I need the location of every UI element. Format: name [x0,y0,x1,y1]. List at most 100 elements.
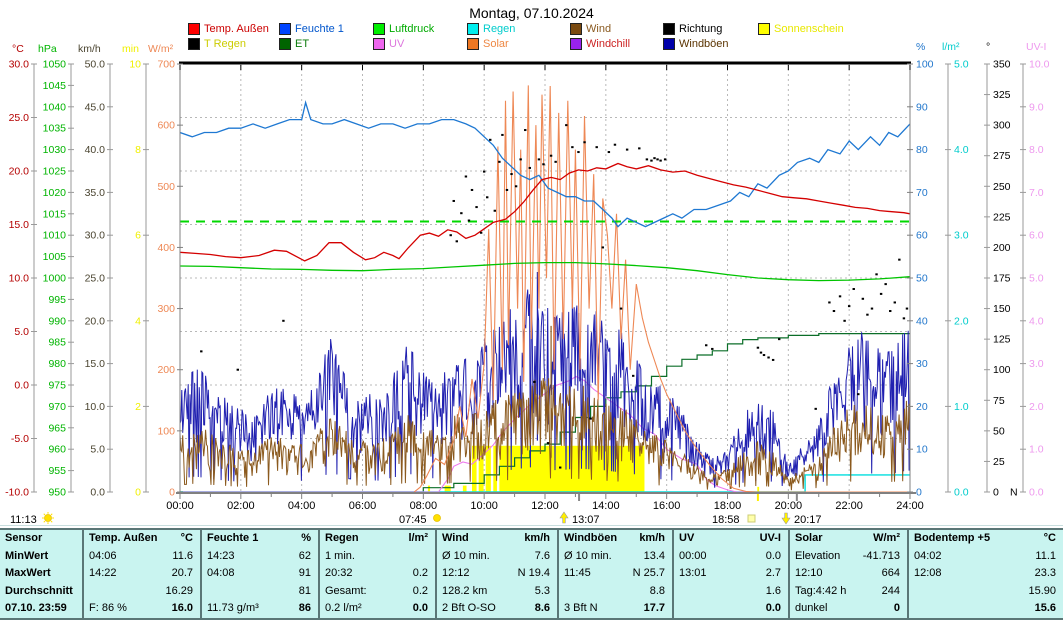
svg-text:5.0: 5.0 [14,326,29,338]
column-unit: km/h [639,530,672,548]
cell-value: 15.90 [1028,583,1063,601]
weather-chart-page: Montag, 07.10.2024 Temp. AußenFeuchte 1L… [0,0,1063,623]
cell-label: 14:23 [202,548,235,566]
marker-13-07: 13:07 [560,512,600,526]
svg-text:990: 990 [48,315,66,327]
svg-text:955: 955 [48,465,66,477]
cell-label [84,583,89,601]
column-name: Wind [437,530,469,548]
svg-text:20: 20 [916,401,928,413]
row-header: Sensor [0,530,42,548]
svg-text:N: N [1010,487,1018,499]
svg-text:2: 2 [135,401,141,413]
column-unit: l/m² [408,530,435,548]
svg-text:25: 25 [993,456,1005,468]
svg-text:%: % [916,41,925,53]
column-unit: W/m² [873,530,907,548]
cell-value: 5.3 [535,583,557,601]
svg-text:950: 950 [48,487,66,499]
svg-text:20:00: 20:00 [775,500,803,512]
svg-text:90: 90 [916,101,928,113]
cell-label: 0.2 l/m² [320,600,362,618]
cell-value: 7.6 [535,548,557,566]
row-header: 07.10. 23:59 [0,600,67,618]
svg-text:0.0: 0.0 [1029,487,1044,499]
svg-text:100: 100 [993,364,1011,376]
svg-text:02:00: 02:00 [227,500,255,512]
svg-text:16:00: 16:00 [653,500,681,512]
sun-icon [45,515,52,522]
svg-text:-10.0: -10.0 [5,487,29,499]
svg-text:4: 4 [135,315,141,327]
svg-text:100: 100 [157,425,175,437]
axis-sunmin: 0246810min [122,43,149,499]
svg-text:50: 50 [916,273,928,285]
svg-text:325: 325 [993,89,1011,101]
series [180,85,910,492]
cell-label: 11:45 [559,565,591,583]
svg-text:10:00: 10:00 [470,500,498,512]
cell-label [202,583,207,601]
svg-text:10.0: 10.0 [85,401,106,413]
arrow-down-icon [782,513,790,524]
svg-text:-5.0: -5.0 [11,433,29,445]
cell-value: 0.0 [766,548,788,566]
cell-label: 20:32 [320,565,353,583]
column-unit: UV-I [760,530,788,548]
svg-text:0: 0 [993,487,999,499]
cell-value: 664 [882,565,907,583]
cell-label: 12:10 [790,565,823,583]
cell-label: 00:00 [674,548,707,566]
cell-label: 13:01 [674,565,707,583]
svg-text:6: 6 [135,230,141,242]
svg-text:225: 225 [993,211,1011,223]
svg-text:6.0: 6.0 [1029,230,1044,242]
cell-value: 17.7 [644,600,672,618]
column-unit: km/h [524,530,557,548]
svg-text:45.0: 45.0 [85,101,106,113]
svg-text:3.0: 3.0 [1029,358,1044,370]
cell-label [559,583,564,601]
row-header: MinWert [0,548,48,566]
cell-label: 04:06 [84,548,117,566]
svg-text:0: 0 [135,487,141,499]
series-richtung [200,124,908,468]
axis-uvi: 0.01.02.03.04.05.06.07.08.09.010.0UV-I [1020,41,1050,499]
table-col-uv: UVUV-I00:000.013:012.71.60.0 [672,530,788,618]
svg-text:1.0: 1.0 [954,401,969,413]
cell-label: 11.73 g/m³ [202,600,259,618]
svg-text:1010: 1010 [43,230,67,242]
cell-label: 14:22 [84,565,117,583]
cell-value: 1.6 [766,583,788,601]
cell-value: 20.7 [172,565,200,583]
sunset-square-icon [748,515,755,522]
divider [0,525,1063,526]
svg-text:980: 980 [48,358,66,370]
svg-text:7.0: 7.0 [1029,187,1044,199]
cell-value: 0.0 [766,600,788,618]
svg-text:1040: 1040 [43,101,67,113]
svg-text:350: 350 [993,59,1011,71]
table-col-bodentemp-+5: Bodentemp +5°C04:0211.112:0823.315.9015.… [907,530,1063,618]
x-axis-labels: 00:0002:0004:0006:0008:0010:0012:0014:00… [166,500,924,512]
svg-text:10.0: 10.0 [9,273,30,285]
svg-text:1045: 1045 [43,80,67,92]
svg-text:965: 965 [48,422,66,434]
cell-label: 1 min. [320,548,355,566]
cell-value: 8.8 [650,583,672,601]
cell-value: 23.3 [1035,565,1063,583]
svg-text:°C: °C [12,43,24,55]
svg-text:500: 500 [157,181,175,193]
cell-label [909,600,914,618]
svg-text:18:00: 18:00 [714,500,742,512]
svg-text:min: min [122,43,139,55]
axis-pct: 0102030405060708090100% [907,41,934,499]
svg-text:22:00: 22:00 [835,500,863,512]
svg-text:700: 700 [157,59,175,71]
svg-text:70: 70 [916,187,928,199]
svg-text:UV-I: UV-I [1026,41,1046,53]
cell-label [674,583,679,601]
svg-text:5.0: 5.0 [954,59,969,71]
cell-value: 16.0 [172,600,200,618]
cell-value: 0.2 [413,583,435,601]
